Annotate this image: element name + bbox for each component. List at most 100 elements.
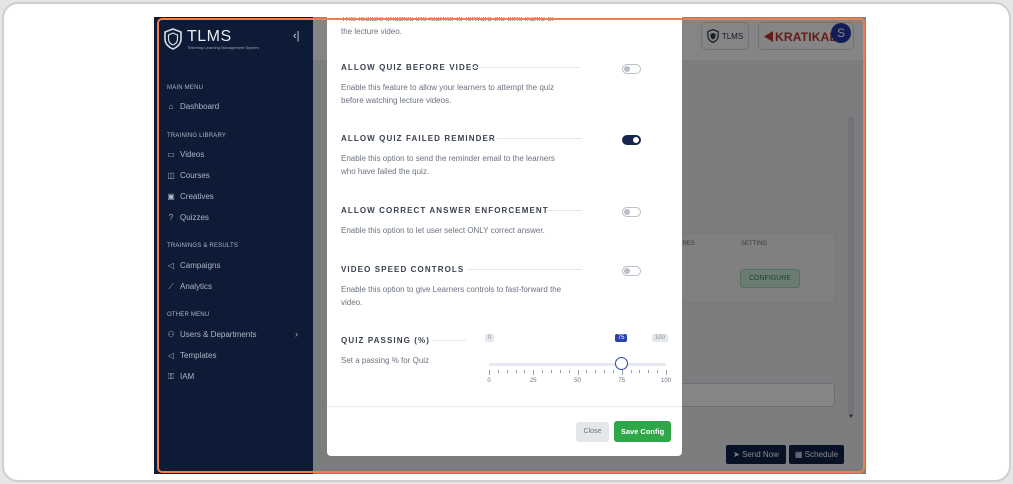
slider-minor-tick: [657, 370, 659, 373]
sidebar-item-label: Analytics: [180, 282, 213, 291]
desc-line: who have failed the quiz.: [341, 167, 430, 176]
sidebar-item-templates[interactable]: ◁ Templates: [167, 350, 217, 360]
sidebar-item-campaigns[interactable]: ◁ Campaigns: [167, 260, 221, 270]
other-menu-heading: OTHER MENU: [167, 312, 210, 318]
sidebar-item-label: Templates: [180, 351, 217, 360]
chevron-right-icon[interactable]: ›: [295, 329, 298, 339]
section-title-correct-answer-enforcement: ALLOW CORRECT ANSWER ENFORCEMENT: [341, 206, 549, 215]
desc-line: Enable this option to give Learners cont…: [341, 285, 562, 294]
section-divider: [547, 210, 582, 211]
slider-minor-tick: [550, 370, 552, 373]
sidebar-item-iam[interactable]: ⚿ IAM: [167, 372, 194, 381]
slider-minor-tick: [648, 370, 650, 373]
section-desc-quiz-before-video: Enable this feature to allow your learne…: [341, 81, 581, 107]
sidebar: TLMS Tinkering Learning Management Syste…: [154, 17, 313, 474]
slider-track[interactable]: [489, 363, 666, 366]
slider-tick-label: 75: [618, 378, 626, 384]
section-divider: [472, 67, 580, 68]
megaphone-icon: ◁: [167, 260, 175, 270]
slider-minor-tick: [586, 370, 588, 373]
sidebar-item-label: Dashboard: [180, 102, 220, 111]
slider-major-tick: [489, 370, 490, 375]
slider-minor-tick: [542, 370, 544, 373]
app-logo[interactable]: TLMS Tinkering Learning Management Syste…: [164, 23, 259, 55]
section-divider: [497, 138, 582, 139]
toggle-quiz-failed-reminder[interactable]: [622, 135, 641, 145]
sidebar-item-quizzes[interactable]: ? Quizzes: [167, 213, 209, 222]
slider-minor-tick: [639, 370, 641, 373]
toggle-knob: [624, 209, 630, 215]
slider-max-label: 100: [652, 334, 669, 342]
logo-subtitle: Tinkering Learning Management System: [187, 44, 259, 50]
desc-line: Enable this option to let user select ON…: [341, 226, 545, 235]
slider-minor-tick: [604, 370, 606, 373]
sidebar-item-dashboard[interactable]: ⌂ Dashboard: [167, 101, 220, 111]
sidebar-item-label: Campaigns: [180, 261, 221, 270]
user-icon: ⚇: [167, 329, 175, 339]
slider-tick-label: 0: [487, 378, 491, 384]
section-desc-quiz-failed-reminder: Enable this option to send the reminder …: [341, 152, 581, 178]
partial-description-line: This feature enables the learner to forw…: [341, 17, 554, 23]
toggle-knob: [624, 268, 630, 274]
slider-minor-tick: [630, 370, 632, 373]
desc-line: Enable this feature to allow your learne…: [341, 83, 555, 92]
app-window: TLMS Tinkering Learning Management Syste…: [154, 17, 866, 474]
slider-tick-label: 50: [574, 378, 581, 384]
sidebar-item-analytics[interactable]: ⟋ Analytics: [167, 282, 212, 291]
logo-title: TLMS: [187, 27, 232, 45]
chart-line-icon: ⟋: [168, 281, 174, 291]
toggle-quiz-before-video[interactable]: [622, 64, 641, 74]
desc-line: Enable this option to send the reminder …: [341, 154, 555, 163]
sidebar-item-creatives[interactable]: ▣ Creatives: [167, 192, 214, 201]
image-icon: ▣: [167, 191, 175, 201]
toggle-video-speed-controls[interactable]: [622, 266, 641, 276]
quiz-config-modal: This feature enables the learner to forw…: [327, 17, 682, 456]
toggle-correct-answer-enforcement[interactable]: [622, 207, 641, 217]
main-menu-heading: MAIN MENU: [167, 85, 204, 91]
sidebar-item-label: IAM: [180, 372, 195, 381]
sidebar-item-videos[interactable]: ▭ Videos: [167, 150, 204, 159]
megaphone-icon: ◁: [167, 350, 175, 360]
slider-minor-tick: [568, 370, 570, 373]
section-title-video-speed-controls: VIDEO SPEED CONTROLS: [341, 265, 465, 274]
section-title-quiz-passing: QUIZ PASSING (%): [341, 336, 431, 345]
screenshot-frame: TLMS Tinkering Learning Management Syste…: [2, 2, 1011, 482]
slider-minor-tick: [515, 370, 517, 373]
partial-description-line: the lecture video.: [341, 27, 402, 36]
desc-line: video.: [341, 298, 363, 307]
close-button[interactable]: Close: [576, 422, 609, 442]
sidebar-item-label: Quizzes: [180, 213, 209, 222]
slider-tick-label: 25: [529, 378, 537, 384]
slider-minor-tick: [612, 370, 614, 373]
key-icon: ⚿: [167, 371, 175, 381]
slider-minor-tick: [524, 370, 526, 373]
toggle-knob: [633, 137, 639, 143]
desc-line: before watching lecture videos.: [341, 96, 452, 105]
partial-description: This feature enables the learner to forw…: [341, 17, 591, 38]
slider-minor-tick: [559, 370, 561, 373]
sidebar-item-label: Users & Departments: [180, 330, 257, 339]
slider-minor-tick: [506, 370, 508, 373]
home-icon: ⌂: [168, 101, 174, 111]
slider-major-tick: [621, 370, 623, 375]
section-desc-video-speed-controls: Enable this option to give Learners cont…: [341, 283, 581, 309]
save-config-button[interactable]: Save Config: [614, 421, 671, 442]
section-divider: [433, 340, 466, 341]
slider-major-tick: [533, 370, 535, 375]
slider-thumb[interactable]: [615, 357, 629, 370]
sidebar-item-label: Videos: [180, 150, 205, 159]
slider-major-tick: [666, 370, 667, 375]
slider-min-label: 0: [485, 334, 495, 342]
question-circle-icon: ?: [168, 212, 174, 222]
slider-tick-label: 100: [660, 378, 672, 384]
sidebar-item-courses[interactable]: ◫ Courses: [167, 171, 210, 180]
slider-minor-tick: [595, 370, 597, 373]
modal-footer-divider: [327, 406, 682, 407]
collapse-sidebar-icon[interactable]: ‹|: [293, 30, 300, 42]
section-desc-correct-answer-enforcement: Enable this option to let user select ON…: [341, 224, 581, 237]
section-title-quiz-failed-reminder: ALLOW QUIZ FAILED REMINDER: [341, 134, 496, 143]
video-camera-icon: ▭: [167, 149, 175, 159]
slider-minor-tick: [497, 370, 499, 373]
toggle-knob: [624, 66, 630, 72]
sidebar-item-users-departments[interactable]: ⚇ Users & Departments: [167, 330, 256, 339]
